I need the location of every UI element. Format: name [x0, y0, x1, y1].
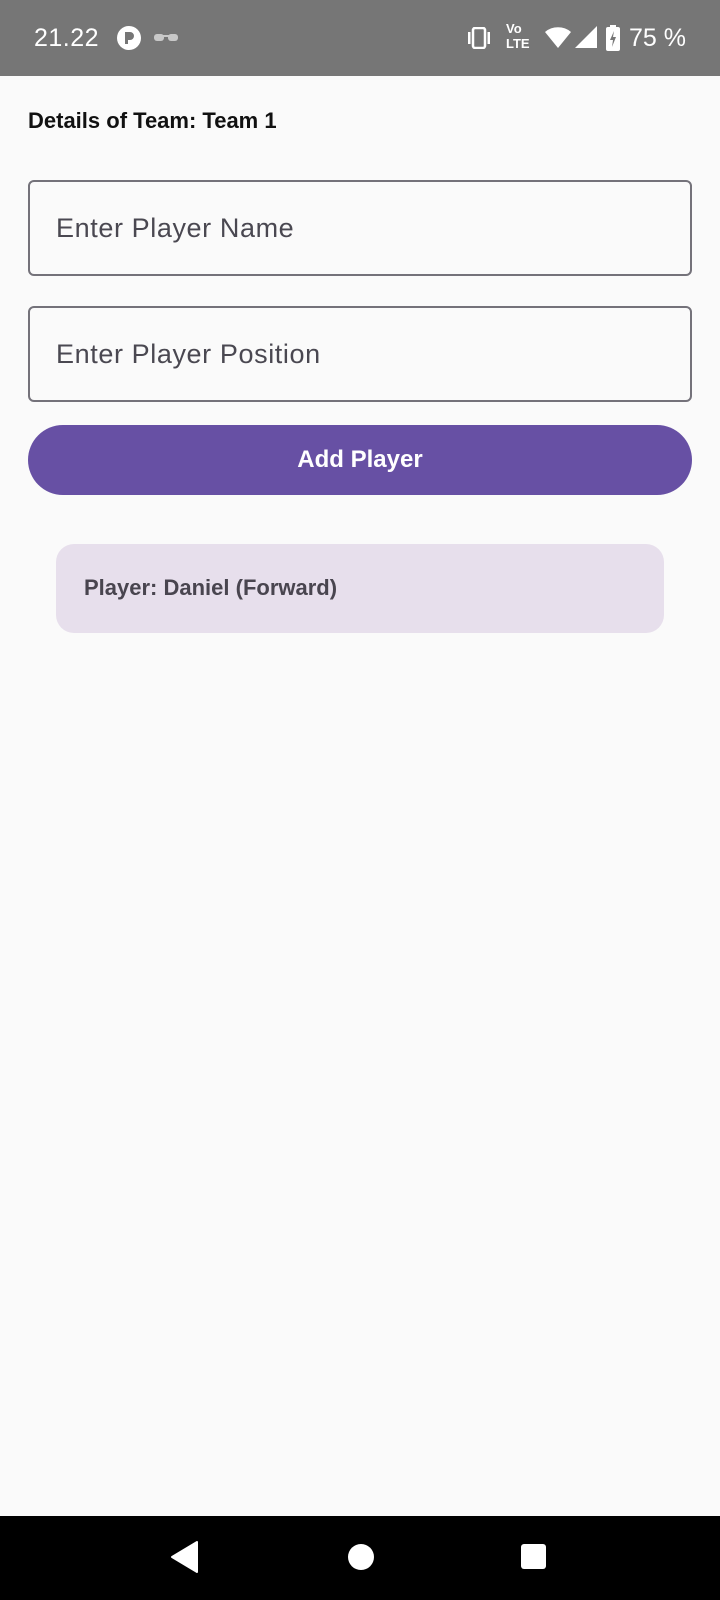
battery-charging-icon — [606, 25, 620, 51]
player-position-input[interactable] — [30, 308, 690, 400]
cellular-signal-icon — [575, 26, 597, 48]
status-time: 21.22 — [34, 24, 100, 52]
volte-label-bottom: LTE — [506, 36, 530, 51]
vibrate-icon — [468, 27, 490, 49]
recents-icon[interactable] — [520, 1543, 547, 1570]
player-item-text: Player: Daniel (Forward) — [84, 575, 338, 600]
status-bar: 21.22 Vo LTE 75 % — [0, 0, 720, 76]
app-notification-icon — [117, 26, 141, 50]
volte-icon: Vo LTE — [506, 22, 536, 52]
incognito-glasses-icon — [154, 34, 178, 41]
player-name-field[interactable] — [28, 180, 692, 276]
wifi-icon — [545, 27, 571, 48]
back-icon[interactable] — [170, 1540, 200, 1574]
volte-label-top: Vo — [506, 21, 522, 36]
player-list-item: Player: Daniel (Forward) — [56, 544, 664, 633]
battery-percentage: 75 % — [629, 24, 686, 52]
navigation-bar — [0, 1516, 720, 1600]
player-position-field[interactable] — [28, 306, 692, 402]
home-icon[interactable] — [347, 1543, 375, 1571]
page-title: Details of Team: Team 1 — [28, 108, 277, 133]
player-name-input[interactable] — [30, 182, 690, 274]
add-player-button[interactable]: Add Player — [28, 425, 692, 495]
